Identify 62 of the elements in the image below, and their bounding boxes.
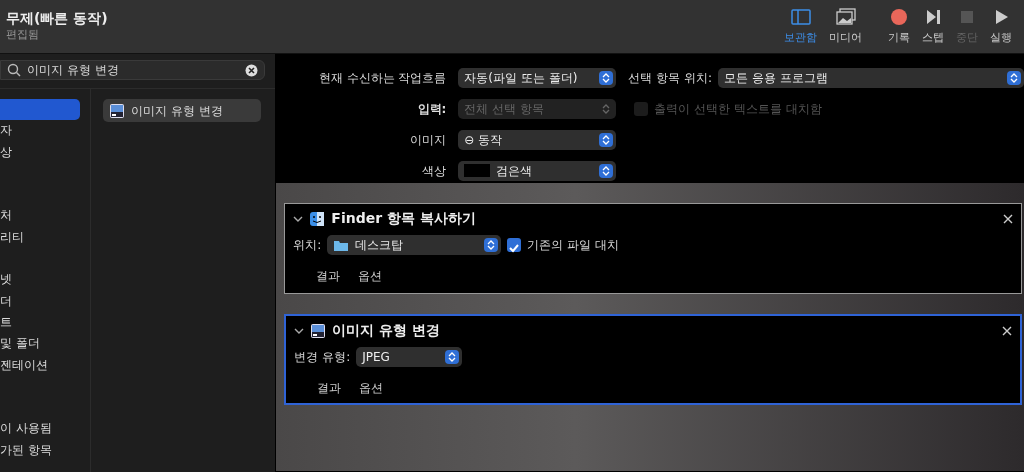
stepper-arrows-icon xyxy=(484,238,499,252)
image-file-icon xyxy=(109,102,125,119)
action-item[interactable]: 이미지 유형 변경 xyxy=(103,99,262,122)
search-icon xyxy=(7,63,21,77)
stepper-arrows-icon xyxy=(599,163,614,178)
popup-button[interactable]: 모든 응용 프로그램 xyxy=(718,68,1024,89)
category-item[interactable]: 트 xyxy=(0,311,90,334)
toolbar-button[interactable]: 기록 xyxy=(882,6,916,47)
finder-icon xyxy=(309,210,326,227)
field-label: 입력: xyxy=(416,101,447,119)
popup-button[interactable]: 자동(파일 또는 폴더) xyxy=(458,68,617,89)
action-title: Finder 항목 복사하기 xyxy=(331,209,477,228)
checkbox-label: 기존의 파일 대치 xyxy=(527,237,619,254)
category-item[interactable]: 더 xyxy=(0,290,90,312)
sidebar-icon xyxy=(789,6,812,27)
popup-button[interactable]: JPEG xyxy=(356,347,463,367)
stepper-arrows-icon xyxy=(445,350,460,364)
popup-button[interactable]: ⊖ 동작 xyxy=(458,129,617,150)
window-title: 무제(빠른 동작) xyxy=(6,9,109,27)
search-bar[interactable]: 이미지 유형 변경 xyxy=(0,60,266,80)
popup-button[interactable]: 데스크탑 xyxy=(327,235,502,255)
field-label: 색상 xyxy=(421,162,447,180)
checkbox-label: 출력이 선택한 텍스트를 대치함 xyxy=(654,101,822,119)
category-item[interactable]: 가된 항목 xyxy=(0,439,90,462)
field-label: 변경 유형: xyxy=(294,349,351,366)
category-item[interactable]: 자 xyxy=(0,120,90,142)
window-subtitle: 편집됨 xyxy=(6,26,40,43)
action-title: 이미지 유형 변경 xyxy=(332,321,442,340)
category-item[interactable]: 및 폴더 xyxy=(0,333,90,355)
tab[interactable]: 결과 xyxy=(307,267,350,285)
toolbar-button[interactable]: 스텝 xyxy=(916,6,950,47)
search-field[interactable]: 이미지 유형 변경 xyxy=(27,61,240,79)
field-label: 위치: xyxy=(293,237,322,254)
category-item[interactable]: 상 xyxy=(0,141,90,163)
color-swatch xyxy=(464,164,491,178)
tab[interactable]: 옵션 xyxy=(350,379,393,397)
category-item[interactable]: 젠테이션 xyxy=(0,354,90,376)
category-item[interactable]: 리티 xyxy=(0,226,90,249)
image-file-icon xyxy=(310,322,327,339)
record-icon xyxy=(888,6,910,27)
tab[interactable]: 결과 xyxy=(308,379,351,397)
stepper-arrows-icon xyxy=(599,132,614,147)
toolbar-button[interactable]: 미디어 xyxy=(823,6,868,47)
category-item[interactable]: 이 사용됨 xyxy=(0,418,90,440)
close-icon xyxy=(1002,325,1012,336)
clear-icon xyxy=(245,63,259,77)
photos-icon xyxy=(834,6,857,27)
field-label: 이미지 xyxy=(409,131,447,149)
category-item[interactable] xyxy=(0,99,80,121)
stepper-arrows-icon xyxy=(599,71,614,86)
field-label: 선택 항목 위치: xyxy=(628,70,712,88)
category-item[interactable]: 넷 xyxy=(0,269,90,291)
stepper-arrows-icon xyxy=(1007,71,1021,86)
popup-button[interactable]: 검은색 xyxy=(458,160,617,181)
category-item[interactable]: 처 xyxy=(0,205,90,227)
field-label: 현재 수신하는 작업흐름 xyxy=(317,70,447,88)
toolbar-button[interactable]: 보관함 xyxy=(778,6,823,47)
toolbar-button[interactable]: 실행 xyxy=(984,6,1018,47)
close-icon xyxy=(1003,213,1013,224)
tab[interactable]: 옵션 xyxy=(349,267,392,285)
checkbox[interactable] xyxy=(507,238,522,252)
folder-icon xyxy=(333,238,350,252)
